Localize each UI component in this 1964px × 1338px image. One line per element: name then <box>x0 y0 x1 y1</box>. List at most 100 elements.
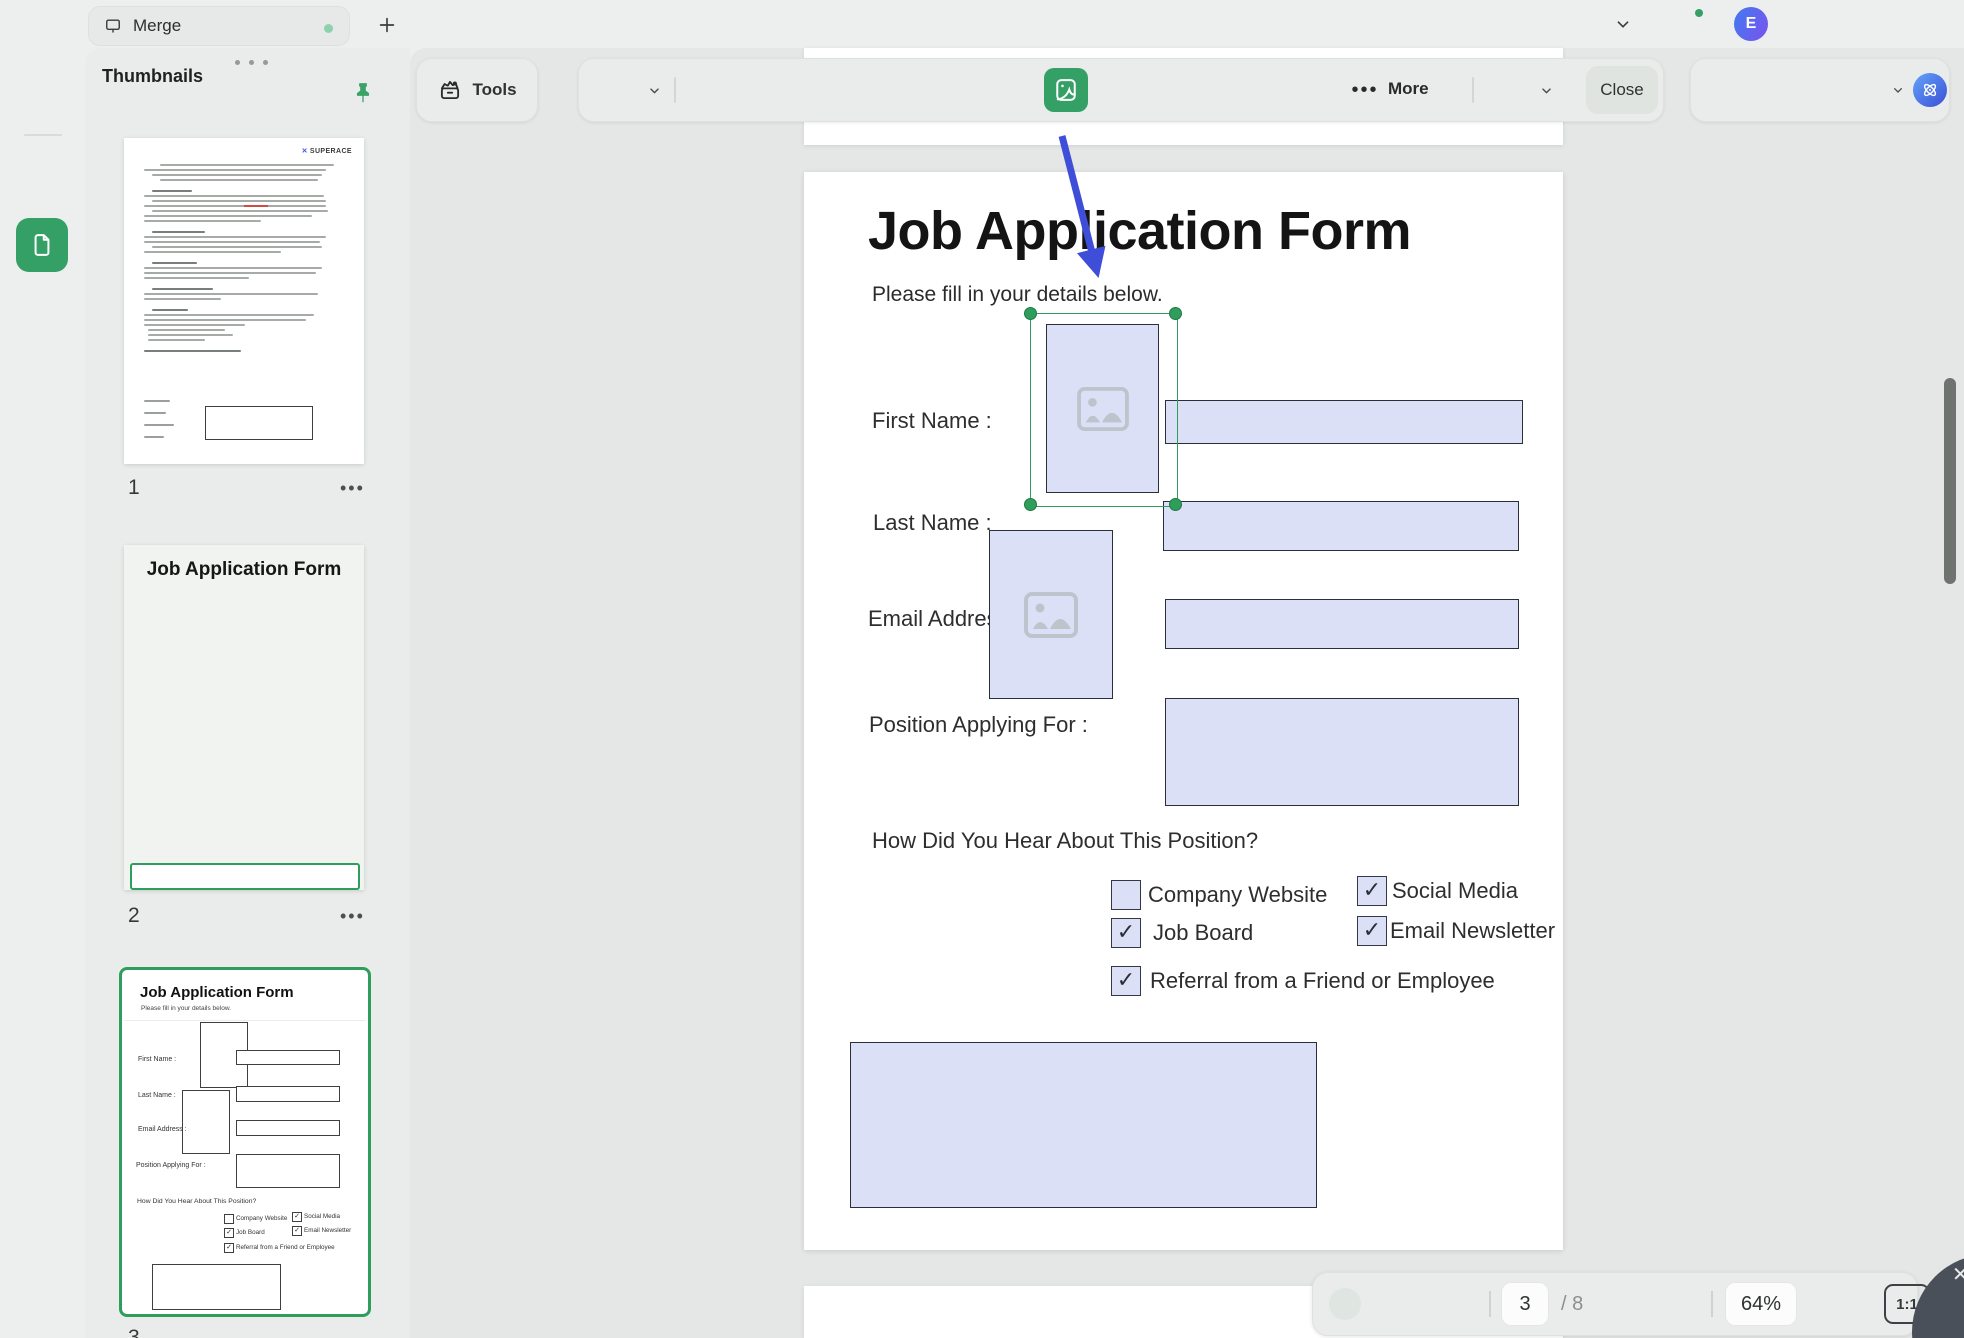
page1-menu-button[interactable]: ••• <box>340 478 365 499</box>
zoom-out-button[interactable] <box>1811 1290 1839 1318</box>
text-field-tool[interactable] <box>698 76 726 104</box>
duplicate-tool[interactable] <box>1234 76 1262 104</box>
arrange-tool[interactable] <box>1302 76 1330 104</box>
previous-page-button[interactable] <box>1611 1290 1639 1318</box>
resize-handle-nw[interactable] <box>1024 307 1037 320</box>
push-button-tool[interactable]: OK <box>998 76 1026 104</box>
mini-subtitle: Please fill in your details below. <box>141 1005 231 1012</box>
ai-assistant-button[interactable] <box>1913 73 1947 107</box>
more-button[interactable]: More <box>1388 79 1429 99</box>
thumbnails-panel-button[interactable] <box>16 218 68 272</box>
radio-button-icon <box>759 77 785 103</box>
titlebar: Merge E <box>0 0 1964 48</box>
bookmarks-button[interactable] <box>29 300 57 328</box>
document-tab-icon <box>103 16 123 36</box>
redo-icon <box>1791 77 1818 104</box>
checkbox-social-media[interactable]: ✓ <box>1357 876 1387 906</box>
select-tool-button[interactable] <box>600 76 628 104</box>
vertical-scrollbar-thumb[interactable] <box>1944 378 1956 584</box>
swatches-icon <box>29 1290 59 1320</box>
close-window-button[interactable] <box>1918 0 1962 48</box>
email-address-input[interactable] <box>1165 599 1519 649</box>
image-field-2[interactable] <box>989 530 1113 699</box>
first-name-input[interactable] <box>1165 400 1523 444</box>
close-form-mode-button[interactable]: Close <box>1586 66 1658 114</box>
checkbox-job-board[interactable]: ✓ <box>1111 918 1141 948</box>
last-name-input[interactable] <box>1163 501 1519 551</box>
maximize-button[interactable] <box>1865 0 1909 48</box>
radio-button-tool[interactable] <box>758 76 786 104</box>
tab-unsaved-dot <box>324 24 333 33</box>
list-box-icon <box>878 76 906 104</box>
assistant-close-icon[interactable]: ✕ <box>1952 1262 1964 1287</box>
presentation-mode-button[interactable] <box>1437 1290 1465 1318</box>
resize-handle-se[interactable] <box>1169 498 1182 511</box>
alignment-tool[interactable] <box>1494 76 1522 104</box>
tools-button[interactable]: Tools <box>416 58 538 122</box>
signature-icon <box>1172 75 1200 105</box>
alignment-chevron[interactable] <box>1532 76 1560 104</box>
tab-label: Merge <box>133 16 181 36</box>
checkbox-company-website[interactable]: ✓ <box>1111 880 1141 910</box>
window-menu-chevron[interactable] <box>1612 0 1634 48</box>
tab-merge[interactable]: Merge <box>88 6 350 46</box>
ai-sparkle-icon <box>1918 78 1942 102</box>
page2-form-field <box>130 863 360 890</box>
apps-grid-button[interactable] <box>29 84 57 112</box>
resize-handle-ne[interactable] <box>1169 307 1182 320</box>
save-button[interactable] <box>1852 76 1880 104</box>
comments-button[interactable] <box>29 364 57 392</box>
resize-handle-sw[interactable] <box>1024 498 1037 511</box>
notifications-button[interactable] <box>1675 0 1702 48</box>
select-tool-chevron[interactable] <box>640 76 668 104</box>
page2-menu-button[interactable]: ••• <box>340 906 365 927</box>
image-field-tool-active[interactable] <box>1044 68 1088 112</box>
attachments-button[interactable] <box>29 434 57 462</box>
left-icon-rail <box>0 48 85 1338</box>
panel-drag-handle[interactable] <box>235 60 268 65</box>
search-button[interactable] <box>29 166 57 194</box>
list-box-tool[interactable] <box>878 76 906 104</box>
new-tab-button[interactable] <box>374 12 400 38</box>
page-view-mode-button[interactable] <box>1375 1290 1403 1318</box>
page-thumbnail-3-selected[interactable]: Job Application Form Please fill in your… <box>119 967 371 1317</box>
next-page-button[interactable] <box>1671 1290 1699 1318</box>
checkbox-referral[interactable]: ✓ <box>1111 966 1141 996</box>
pin-icon[interactable] <box>350 80 376 106</box>
redo-button[interactable] <box>1790 76 1818 104</box>
image-field-1-selected[interactable] <box>1046 324 1159 493</box>
date-field-tool[interactable] <box>1112 76 1140 104</box>
undo-button[interactable] <box>1722 76 1750 104</box>
image-placeholder-icon <box>1076 386 1130 432</box>
comment-icon <box>29 364 57 392</box>
combo-box-tool[interactable] <box>938 76 966 104</box>
mini-big-rect <box>152 1264 281 1310</box>
expand-statusbar-button[interactable] <box>1329 1288 1361 1320</box>
tools-label: Tools <box>472 80 516 100</box>
large-field[interactable] <box>850 1042 1317 1208</box>
account-avatar[interactable]: E <box>1734 0 1768 48</box>
home-button[interactable] <box>22 10 58 46</box>
minimize-button[interactable] <box>1810 0 1854 48</box>
more-dots-icon: ••• <box>1350 76 1380 104</box>
position-input[interactable] <box>1165 698 1519 806</box>
page-thumbnail-1[interactable]: ✕SUPERACE <box>124 138 364 464</box>
current-page-input[interactable]: 3 <box>1501 1282 1549 1326</box>
zoom-level-input[interactable]: 64% <box>1725 1282 1797 1326</box>
combo-box-icon <box>938 76 966 104</box>
page-thumbnail-2[interactable]: Job Application Form <box>124 545 364 890</box>
push-button-icon: OK <box>998 76 1026 104</box>
superace-logo-text: SUPERACE <box>310 148 352 155</box>
apps-grid-icon <box>29 84 57 112</box>
swatches-button[interactable] <box>29 1290 57 1318</box>
undo-icon <box>1723 77 1750 104</box>
avatar-initial: E <box>1746 15 1757 33</box>
plus-icon <box>376 14 398 36</box>
save-options-chevron[interactable] <box>1884 76 1912 104</box>
signature-field-tool[interactable] <box>1172 76 1200 104</box>
image-placeholder-icon <box>1023 591 1079 639</box>
page3-number: 3 <box>128 1326 140 1338</box>
checkbox-tool[interactable] <box>818 76 846 104</box>
last-name-label: Last Name : <box>873 510 992 536</box>
checkbox-email-newsletter[interactable]: ✓ <box>1357 916 1387 946</box>
